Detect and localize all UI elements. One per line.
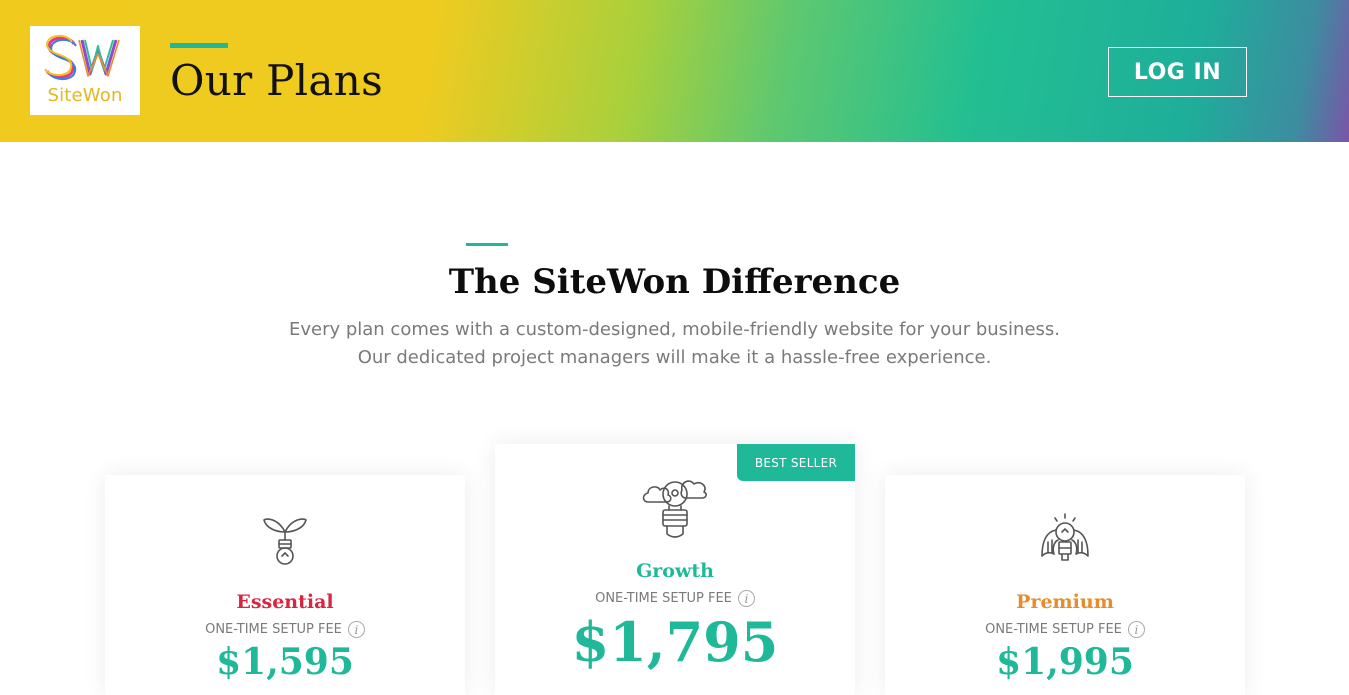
plant-bulb-icon bbox=[263, 518, 307, 565]
plan-price: $1,795 bbox=[571, 610, 779, 674]
title-accent-bar bbox=[170, 43, 228, 48]
subtitle-line-1: Every plan comes with a custom-designed,… bbox=[288, 319, 1061, 340]
winged-bulb-icon bbox=[1041, 513, 1089, 561]
info-icon[interactable]: i bbox=[347, 621, 365, 638]
best-seller-badge: BEST SELLER bbox=[737, 444, 855, 481]
setup-fee-row: ONE-TIME SETUP FEE i bbox=[885, 621, 1245, 638]
section-subtitle: Every plan comes with a custom-designed,… bbox=[0, 316, 1349, 372]
sitewon-logo[interactable]: SiteWon bbox=[30, 26, 140, 115]
logo-wordmark: SiteWon bbox=[47, 85, 123, 106]
plan-card-growth[interactable]: BEST SELLER Growth ONE-TIME SETUP FEE i … bbox=[495, 444, 855, 695]
login-button[interactable]: LOG IN bbox=[1108, 47, 1247, 97]
setup-fee-label: ONE-TIME SETUP FEE bbox=[595, 591, 732, 606]
plan-name: Growth bbox=[636, 560, 714, 582]
plan-price: $1,995 bbox=[996, 641, 1134, 683]
plan-card-essential[interactable]: Essential ONE-TIME SETUP FEE i $1,595 bbox=[105, 475, 465, 695]
balloon-bulb-icon bbox=[642, 480, 707, 538]
setup-fee-row: ONE-TIME SETUP FEE i bbox=[105, 621, 465, 638]
section-title: The SiteWon Difference bbox=[448, 262, 901, 302]
setup-fee-label: ONE-TIME SETUP FEE bbox=[985, 622, 1122, 637]
plan-card-premium[interactable]: Premium ONE-TIME SETUP FEE i $1,995 bbox=[885, 475, 1245, 695]
section-accent-bar bbox=[466, 243, 508, 246]
page-title: Our Plans bbox=[170, 56, 383, 105]
setup-fee-label: ONE-TIME SETUP FEE bbox=[205, 622, 342, 637]
sw-monogram-icon bbox=[44, 34, 120, 81]
info-icon[interactable]: i bbox=[1127, 621, 1145, 638]
subtitle-line-2: Our dedicated project managers will make… bbox=[357, 347, 992, 368]
plan-name: Essential bbox=[236, 591, 334, 613]
setup-fee-row: ONE-TIME SETUP FEE i bbox=[495, 590, 855, 607]
plan-price: $1,595 bbox=[216, 641, 354, 683]
plan-name: Premium bbox=[1016, 591, 1114, 613]
info-icon[interactable]: i bbox=[737, 590, 755, 607]
page-header: SiteWon Our Plans LOG IN bbox=[0, 0, 1349, 142]
